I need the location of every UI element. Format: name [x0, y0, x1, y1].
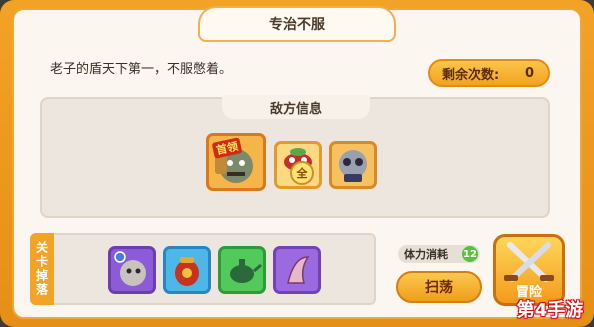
- all-marker: 全: [290, 161, 314, 185]
- crossed-swords-icon: [504, 242, 554, 282]
- enemy-info-title: 敌方信息: [269, 101, 322, 117]
- title-tab: 专治不服: [198, 6, 396, 42]
- site-watermark: 第4手游: [510, 296, 590, 322]
- sweep-button[interactable]: 扫荡: [396, 271, 482, 303]
- enemy-slot-turtle[interactable]: 全: [274, 141, 322, 189]
- red-pot-icon: [175, 257, 199, 286]
- stamina-label: 体力消耗: [404, 248, 448, 261]
- drop-item-1[interactable]: [108, 246, 156, 294]
- remaining-value: 0: [524, 65, 534, 81]
- panda-warrior-icon: [339, 150, 367, 182]
- boss-portrait-fragment-icon: [114, 251, 146, 286]
- green-teapot-icon: [230, 259, 262, 283]
- remaining-attempts: 剩余次数: 0: [428, 59, 550, 87]
- sweep-button-label: 扫荡: [425, 280, 453, 296]
- watermark-text: 第4手游: [516, 300, 584, 321]
- drop-item-3[interactable]: [218, 246, 266, 294]
- stamina-value: 12: [462, 246, 478, 262]
- dialog-title: 专治不服: [269, 17, 325, 33]
- boss-quote: 老子的盾天下第一，不服憋着。: [50, 62, 233, 77]
- enemy-slot-boss[interactable]: 首领: [206, 133, 266, 191]
- remaining-label: 剩余次数:: [442, 67, 500, 83]
- drop-item-4[interactable]: [273, 246, 321, 294]
- enemy-slot-panda[interactable]: [329, 141, 377, 189]
- stamina-cost: 体力消耗 12: [398, 245, 480, 263]
- drops-label-tab: 关卡掉落: [30, 233, 54, 305]
- enemy-info-header: 敌方信息: [222, 95, 370, 119]
- drops-label: 关卡掉落: [34, 241, 49, 297]
- drop-item-2[interactable]: [163, 246, 211, 294]
- purple-scroll-icon: [287, 256, 310, 284]
